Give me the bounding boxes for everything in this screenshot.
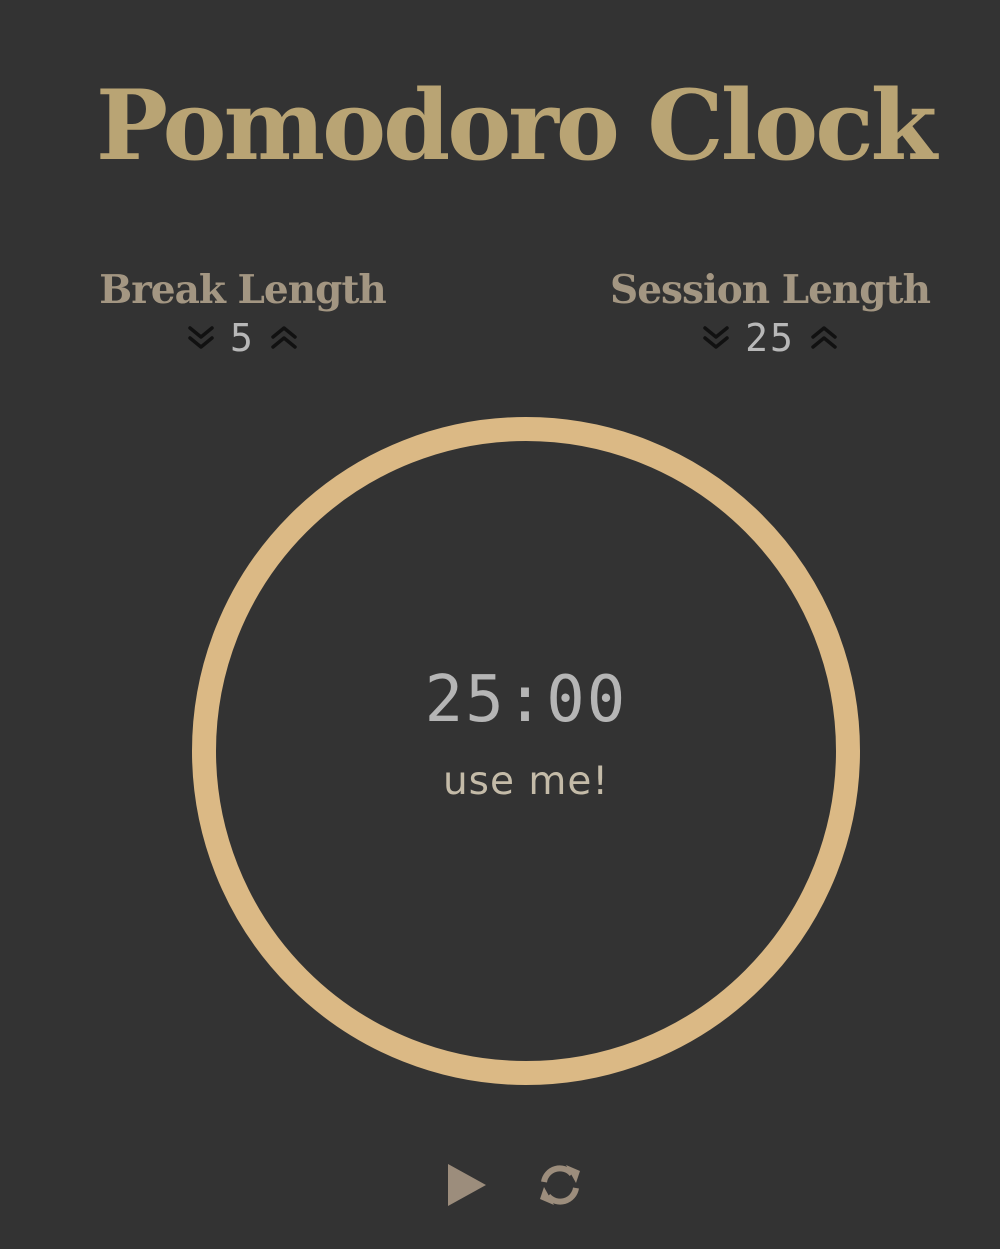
double-chevron-down-icon: [188, 326, 214, 349]
double-chevron-down-icon: [703, 326, 729, 349]
session-length-label: Session Length: [610, 267, 931, 313]
break-increment-button[interactable]: [269, 323, 299, 353]
session-increment-button[interactable]: [809, 323, 839, 353]
session-decrement-button[interactable]: [701, 323, 731, 353]
play-icon: [448, 1164, 486, 1206]
double-chevron-up-icon: [271, 326, 297, 349]
session-length-value: 25: [745, 316, 795, 360]
break-length-label: Break Length: [99, 267, 386, 313]
break-decrement-button[interactable]: [186, 323, 216, 353]
break-length-controls: 5: [95, 318, 390, 358]
refresh-icon: [540, 1165, 580, 1205]
reset-button[interactable]: [536, 1161, 584, 1209]
page-title: Pomodoro Clock: [95, 69, 937, 182]
break-length-value: 5: [230, 316, 255, 360]
timer-status: use me!: [442, 759, 610, 804]
break-length-panel: Break Length 5: [95, 262, 390, 358]
timer-display: 25:00: [424, 663, 628, 737]
session-length-controls: 25: [605, 318, 935, 358]
timer-ring[interactable]: [192, 417, 860, 1085]
play-button[interactable]: [444, 1160, 490, 1210]
session-length-panel: Session Length 25: [605, 262, 935, 358]
double-chevron-up-icon: [811, 326, 837, 349]
